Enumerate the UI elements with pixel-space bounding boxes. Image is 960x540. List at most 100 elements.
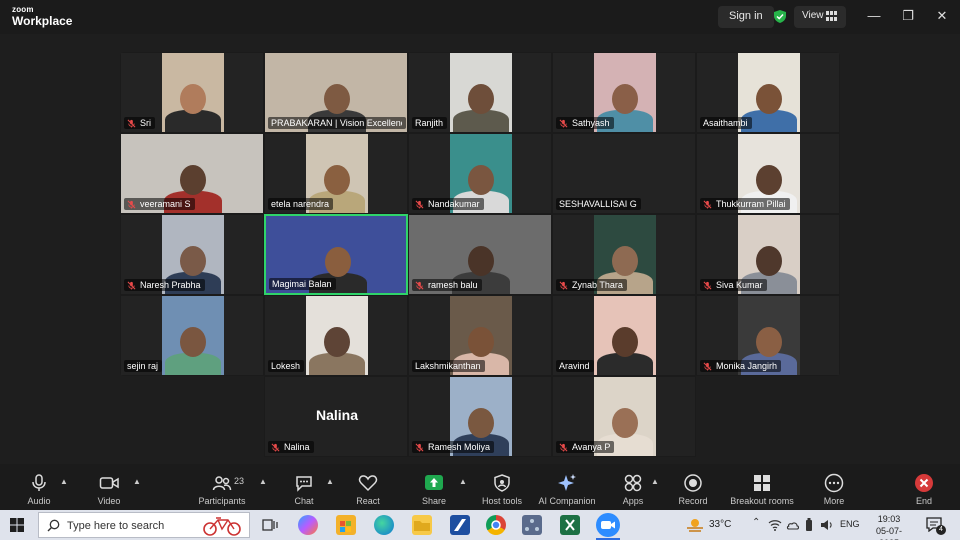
share-button[interactable]: Share [414, 464, 454, 510]
record-button[interactable]: Record [672, 464, 714, 510]
taskbar-search-box[interactable]: Type here to search [38, 512, 250, 538]
power-battery-icon[interactable] [804, 518, 814, 532]
muted-mic-icon [559, 443, 568, 452]
chat-bubble-icon [296, 476, 312, 492]
participant-name-bar: ramesh balu [412, 279, 482, 291]
system-clock[interactable]: 19:03 05-07-2025 [866, 513, 912, 540]
microsoft-store-icon[interactable] [336, 515, 356, 535]
participant-tile[interactable]: Ranjith [408, 52, 552, 133]
participant-figure-head [612, 84, 638, 114]
participant-tile[interactable]: PRABAKARAN | Vision Excellence [264, 52, 408, 133]
participant-video [162, 296, 224, 375]
participant-name-bar: SESHAVALLISAI G [556, 198, 641, 210]
file-explorer-icon[interactable] [412, 515, 432, 535]
participant-name-bar: etela narendra [268, 198, 334, 210]
camera-icon [99, 477, 119, 489]
participant-name-bar: Aravind [556, 360, 594, 372]
participant-tile[interactable]: Aravind [552, 295, 696, 376]
participant-tile[interactable]: Sri [120, 52, 264, 133]
speaker-volume-icon[interactable] [820, 519, 834, 531]
muted-mic-icon [415, 200, 424, 209]
participant-tile[interactable]: sejin raj [120, 295, 264, 376]
video-options-chevron-icon[interactable]: ▲ [133, 478, 141, 486]
audio-button[interactable]: Audio [18, 464, 60, 510]
participant-name: veeramani S [140, 199, 191, 209]
zoom-window: zoom Workplace Sign in View — ❐ ✕ Sri PRA… [0, 0, 960, 540]
minimize-icon[interactable]: — [866, 8, 882, 24]
participant-tile[interactable]: Zynab Thara [552, 214, 696, 295]
task-view-icon[interactable] [260, 515, 280, 535]
share-options-chevron-icon[interactable]: ▲ [459, 478, 467, 486]
participant-tile[interactable]: etela narendra [264, 133, 408, 214]
video-button[interactable]: Video [88, 464, 130, 510]
ai-companion-label: AI Companion [538, 496, 596, 506]
participant-tile[interactable]: Ramesh Moliya [408, 376, 552, 457]
participant-tile[interactable]: Thukkurram Pillai [696, 133, 840, 214]
participant-figure-head [468, 246, 494, 276]
participant-tile[interactable]: Siva Kumar [696, 214, 840, 295]
participants-options-chevron-icon[interactable]: ▲ [259, 478, 267, 486]
clock-date: 05-07-2025 [875, 526, 902, 540]
react-button[interactable]: React [348, 464, 388, 510]
participant-tile[interactable]: veeramani S [120, 133, 264, 214]
chat-label: Chat [294, 496, 314, 506]
ai-companion-button[interactable]: AI Companion [534, 464, 600, 510]
participant-figure-head [468, 165, 494, 195]
copilot-icon[interactable] [298, 515, 318, 535]
participant-tile[interactable]: Naresh Prabha [120, 214, 264, 295]
notification-center-button[interactable]: 4 [926, 516, 946, 535]
encryption-shield-icon[interactable] [774, 10, 786, 23]
apps-icon [624, 474, 642, 492]
participant-name: etela narendra [271, 199, 330, 209]
participant-tile[interactable]: Lokesh [264, 295, 408, 376]
participant-name: ramesh balu [428, 280, 478, 290]
grid-view-icon [826, 11, 837, 21]
audio-label: Audio [27, 496, 51, 506]
participant-tile[interactable]: Sathyash [552, 52, 696, 133]
breakout-rooms-button[interactable]: Breakout rooms [724, 464, 800, 510]
maximize-icon[interactable]: ❐ [900, 8, 916, 24]
apps-options-chevron-icon[interactable]: ▲ [651, 478, 659, 486]
participant-tile[interactable]: Asaithambi [696, 52, 840, 133]
audio-options-chevron-icon[interactable]: ▲ [60, 478, 68, 486]
participant-tile[interactable]: Avanya P [552, 376, 696, 457]
participants-button[interactable]: Participants [194, 464, 250, 510]
edge-browser-icon[interactable] [374, 515, 394, 535]
host-tools-button[interactable]: Host tools [478, 464, 526, 510]
more-button[interactable]: More [814, 464, 854, 510]
chrome-browser-icon[interactable] [486, 515, 506, 535]
participant-tile[interactable]: Lakshmikanthan [408, 295, 552, 376]
participant-name: Ramesh Moliya [428, 442, 491, 452]
participant-tile[interactable]: Magimai Balan [264, 214, 408, 295]
network-icon[interactable] [768, 519, 782, 531]
participant-tile[interactable]: ramesh balu [408, 214, 552, 295]
participants-label: Participants [198, 496, 246, 506]
excel-icon[interactable] [560, 515, 580, 535]
participant-name-bar: Thukkurram Pillai [700, 198, 790, 210]
more-label: More [823, 496, 845, 506]
participant-tile[interactable]: Nandakumar [408, 133, 552, 214]
participant-name-bar: Zynab Thara [556, 279, 627, 291]
participant-name: Monika Jangirh [716, 361, 778, 371]
app-blue-icon[interactable] [450, 515, 470, 535]
participant-name: Sathyash [572, 118, 610, 128]
onedrive-cloud-icon[interactable] [786, 519, 800, 531]
apps-button[interactable]: Apps [614, 464, 652, 510]
end-x-icon [915, 474, 933, 492]
windows-start-icon[interactable] [10, 518, 24, 532]
app-network-icon[interactable] [522, 515, 542, 535]
participant-name-bar: Siva Kumar [700, 279, 767, 291]
show-hidden-icons-chevron-icon[interactable]: ⌃ [752, 517, 760, 528]
language-indicator[interactable]: ENG [840, 519, 860, 529]
participant-tile[interactable]: Nalina Nalina [264, 376, 408, 457]
search-placeholder: Type here to search [67, 520, 165, 532]
end-meeting-button[interactable]: End [904, 464, 944, 510]
participant-tile[interactable]: Monika Jangirh [696, 295, 840, 376]
close-icon[interactable]: ✕ [934, 8, 950, 24]
chat-options-chevron-icon[interactable]: ▲ [326, 478, 334, 486]
participant-name-bar: Nandakumar [412, 198, 484, 210]
chat-button[interactable]: Chat [284, 464, 324, 510]
participant-figure-head [468, 408, 494, 438]
participant-tile[interactable]: SESHAVALLISAI G [552, 133, 696, 214]
zoom-taskbar-icon[interactable] [596, 513, 620, 537]
